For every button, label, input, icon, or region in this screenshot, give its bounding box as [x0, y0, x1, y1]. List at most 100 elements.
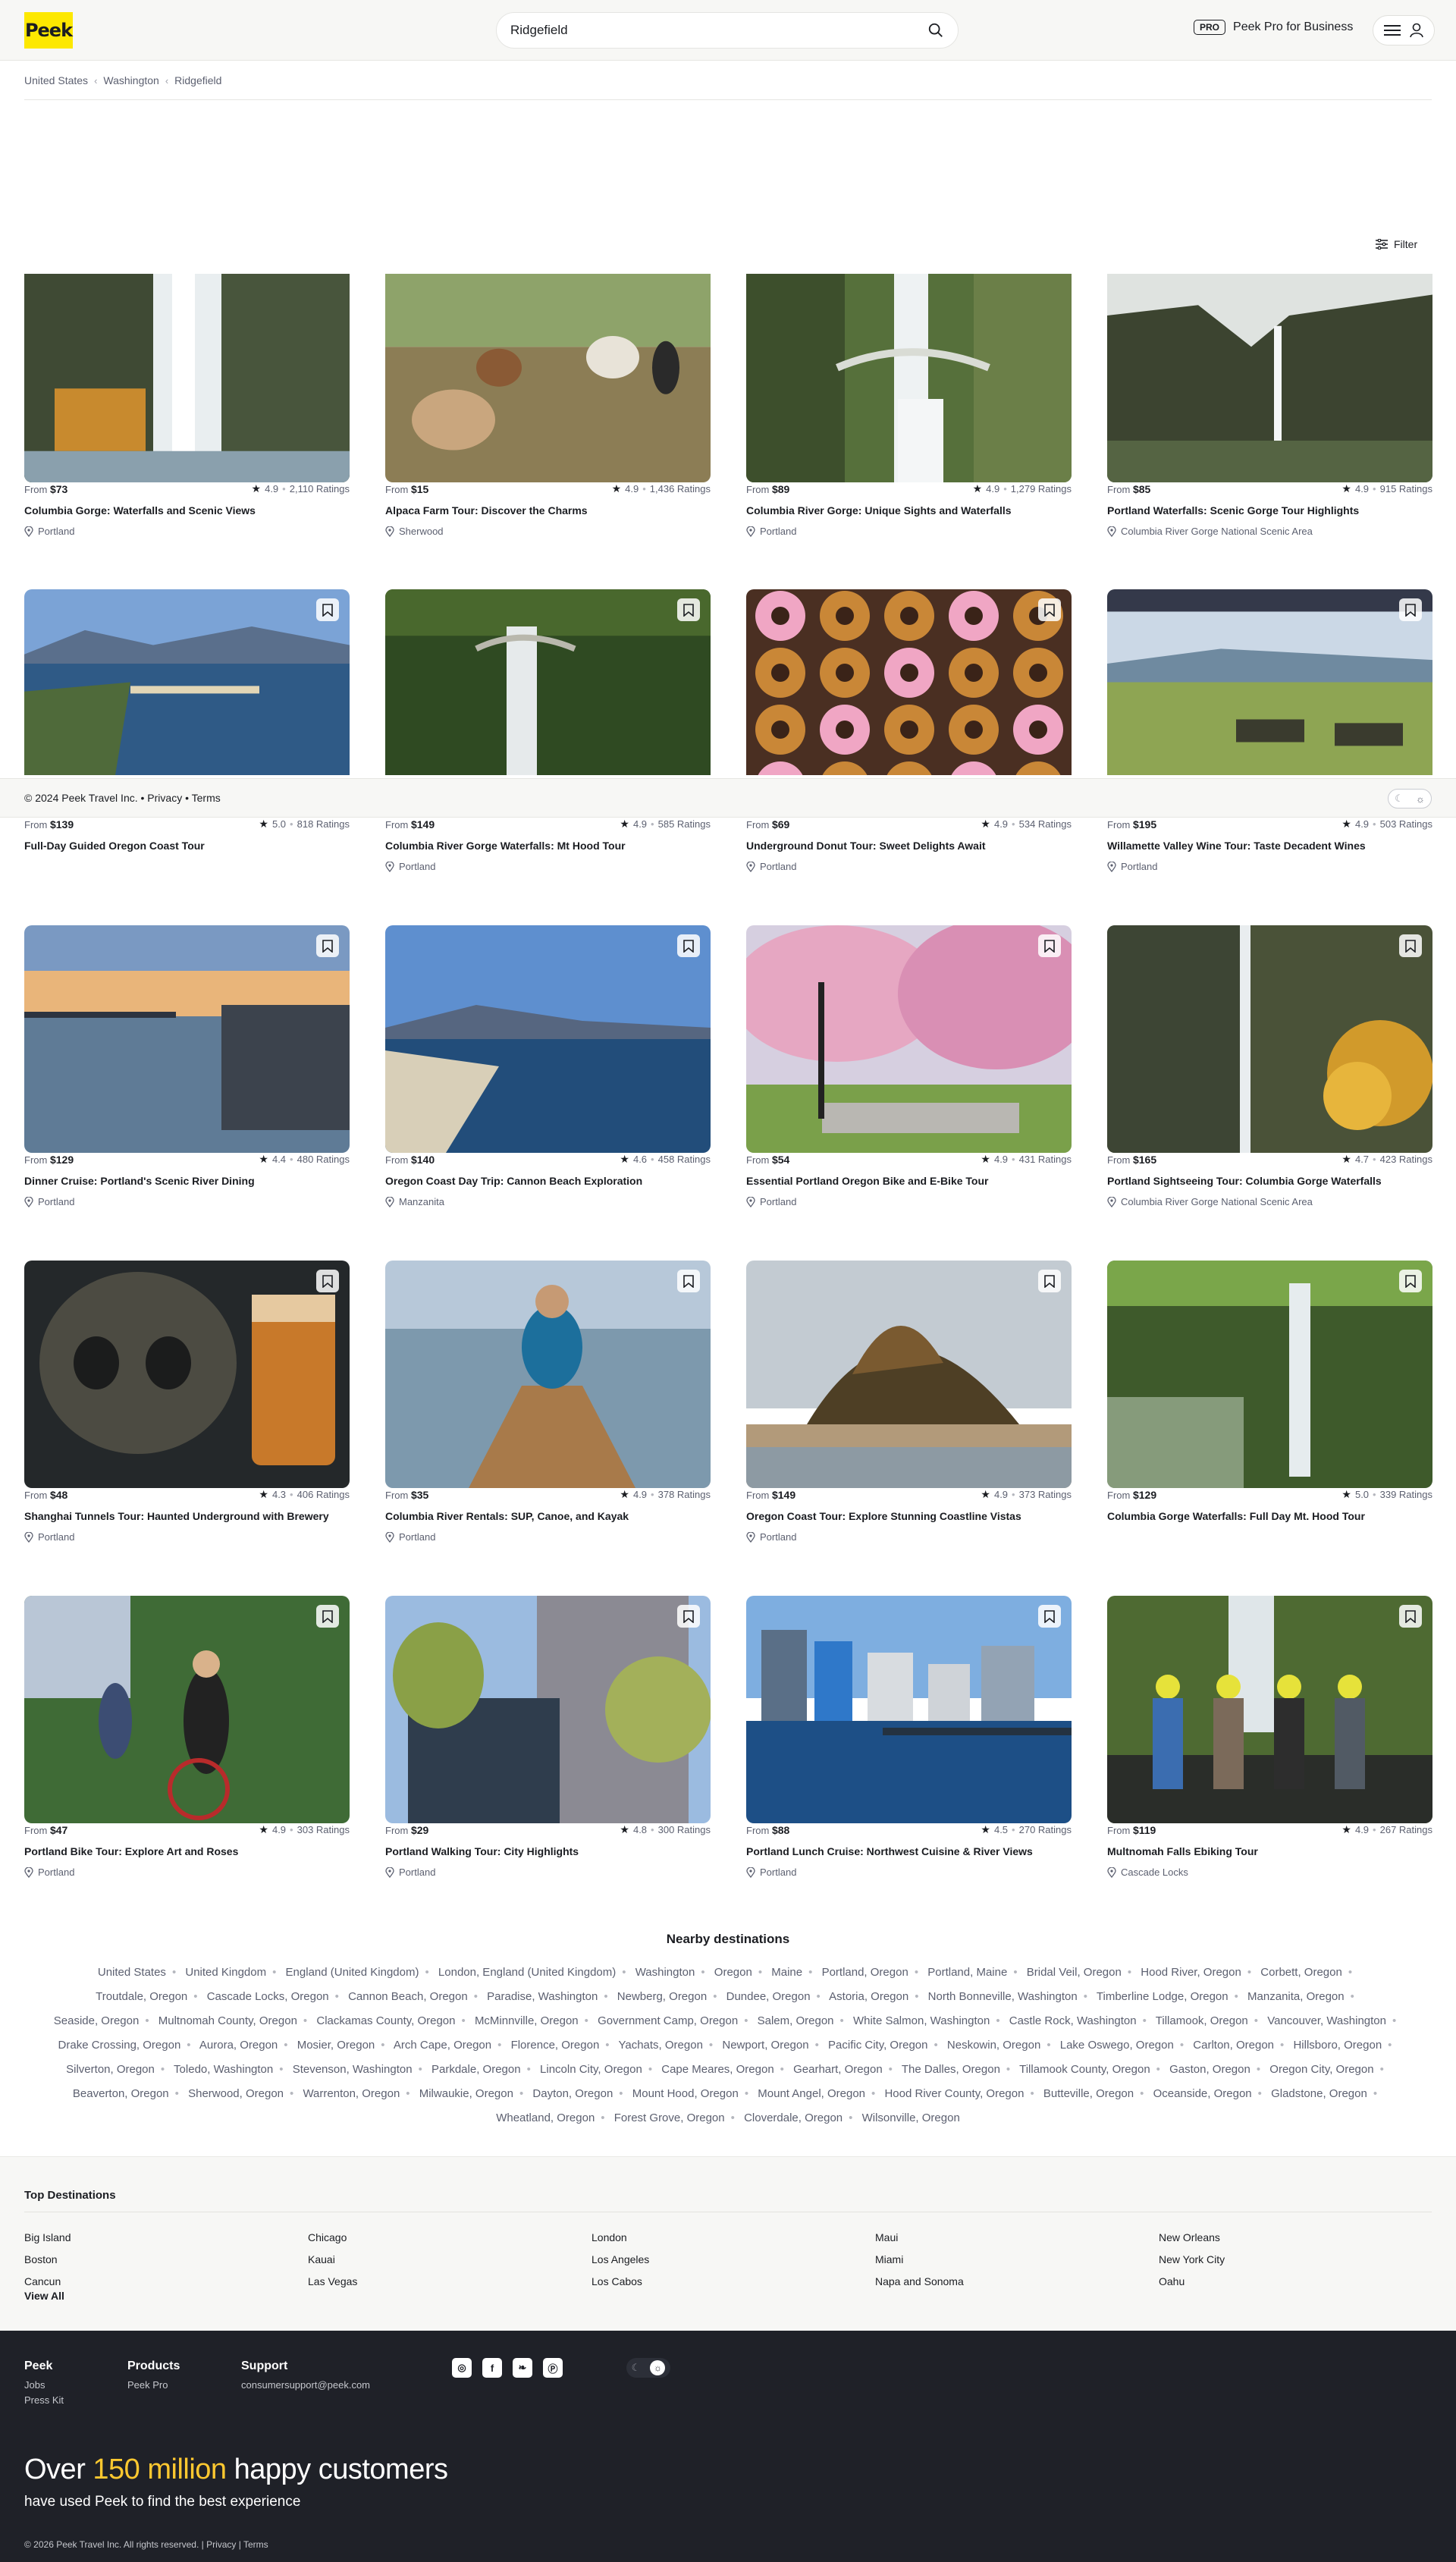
nearby-link[interactable]: England (United Kingdom)	[286, 1966, 419, 1979]
nearby-link[interactable]: Dayton, Oregon	[532, 2087, 613, 2100]
bookmark-icon[interactable]	[677, 1605, 700, 1628]
activity-photo[interactable]	[24, 925, 350, 1153]
activity-card[interactable]	[385, 1596, 711, 1823]
activity-title[interactable]: Dinner Cruise: Portland's Scenic River D…	[24, 1175, 350, 1187]
nearby-link[interactable]: Neskowin, Oregon	[947, 2039, 1040, 2052]
nearby-link[interactable]: Arch Cape, Oregon	[394, 2039, 491, 2052]
activity-title[interactable]: Portland Bike Tour: Explore Art and Rose…	[24, 1845, 350, 1857]
top-destination-link[interactable]: London	[592, 2227, 649, 2249]
nearby-link[interactable]: Salem, Oregon	[758, 2014, 834, 2027]
activity-photo[interactable]	[385, 925, 711, 1153]
nearby-link[interactable]: Gaston, Oregon	[1169, 2063, 1250, 2076]
activity-title[interactable]: Essential Portland Oregon Bike and E-Bik…	[746, 1175, 1072, 1187]
activity-photo[interactable]	[746, 274, 1072, 482]
footer-link[interactable]: consumersupport@peek.com	[241, 2378, 370, 2393]
activity-card-info[interactable]: From $54 ★ 4.9 • 431 Ratings Essential Portla…	[746, 1144, 1072, 1207]
activity-card-info[interactable]: From $88 ★ 4.5 • 270 Ratings Portland Lunch C…	[746, 1815, 1072, 1878]
twitter-icon[interactable]: ❧	[513, 2358, 532, 2378]
nearby-link[interactable]: Newport, Oregon	[722, 2039, 808, 2052]
activity-photo[interactable]	[24, 1596, 350, 1823]
nearby-link[interactable]: Clackamas County, Oregon	[316, 2014, 455, 2027]
activity-title[interactable]: Portland Walking Tour: City Highlights	[385, 1845, 711, 1857]
activity-card-info[interactable]: From $85 ★ 4.9 • 915 Ratings Portland Waterfa…	[1107, 474, 1432, 537]
activity-card[interactable]	[385, 1261, 711, 1488]
activity-card-info[interactable]: From $15 ★ 4.9 • 1,436 Ratings Alpaca Farm To…	[385, 474, 711, 537]
bookmark-icon[interactable]	[1399, 1605, 1422, 1628]
activity-card-info[interactable]: From $119 ★ 4.9 • 267 Ratings Multnomah Falls…	[1107, 1815, 1432, 1878]
top-destination-link[interactable]: Los Angeles	[592, 2249, 649, 2271]
nearby-link[interactable]: White Salmon, Washington	[853, 2014, 990, 2027]
view-all-link[interactable]: View All	[24, 2290, 64, 2302]
bookmark-icon[interactable]	[316, 1605, 339, 1628]
activity-title[interactable]: Oregon Coast Tour: Explore Stunning Coas…	[746, 1510, 1072, 1522]
bookmark-icon[interactable]	[1038, 934, 1061, 957]
activity-photo[interactable]	[1107, 589, 1432, 775]
nearby-link[interactable]: Tillamook, Oregon	[1156, 2014, 1248, 2027]
bookmark-icon[interactable]	[677, 598, 700, 621]
activity-photo[interactable]	[1107, 274, 1432, 482]
footer-link[interactable]: Press Kit	[24, 2393, 64, 2408]
nearby-link[interactable]: Oregon	[714, 1966, 752, 1979]
activity-title[interactable]: Multnomah Falls Ebiking Tour	[1107, 1845, 1432, 1857]
activity-card[interactable]	[1107, 925, 1432, 1153]
nearby-link[interactable]: Yachats, Oregon	[618, 2039, 702, 2052]
activity-card-info[interactable]: From $47 ★ 4.9 • 303 Ratings Portland Bike To…	[24, 1815, 350, 1878]
breadcrumb-item[interactable]: Washington	[103, 74, 158, 86]
bookmark-icon[interactable]	[1399, 598, 1422, 621]
bookmark-icon[interactable]	[1399, 1270, 1422, 1292]
activity-photo[interactable]	[746, 925, 1072, 1153]
nearby-link[interactable]: Wheatland, Oregon	[496, 2111, 595, 2124]
activity-card[interactable]	[24, 589, 350, 775]
activity-card[interactable]	[24, 1261, 350, 1488]
nearby-link[interactable]: Manzanita, Oregon	[1247, 1990, 1345, 2003]
bookmark-icon[interactable]	[316, 934, 339, 957]
activity-card[interactable]	[24, 1596, 350, 1823]
nearby-link[interactable]: Government Camp, Oregon	[598, 2014, 738, 2027]
nearby-link[interactable]: Oregon City, Oregon	[1269, 2063, 1373, 2076]
breadcrumb-item[interactable]: Ridgefield	[174, 74, 221, 86]
nearby-link[interactable]: North Bonneville, Washington	[928, 1990, 1078, 2003]
top-destination-link[interactable]: Napa and Sonoma	[875, 2271, 964, 2293]
nearby-link[interactable]: Florence, Oregon	[511, 2039, 600, 2052]
activity-title[interactable]: Portland Sightseeing Tour: Columbia Gorg…	[1107, 1175, 1432, 1187]
activity-photo[interactable]	[746, 589, 1072, 775]
activity-card[interactable]	[746, 925, 1072, 1153]
bookmark-icon[interactable]	[1038, 1270, 1061, 1292]
top-destination-link[interactable]: Chicago	[308, 2227, 357, 2249]
bookmark-icon[interactable]	[1038, 598, 1061, 621]
nearby-link[interactable]: Hood River County, Oregon	[884, 2087, 1024, 2100]
footer-link[interactable]: Peek Pro	[127, 2378, 180, 2393]
activity-card[interactable]	[1107, 589, 1432, 775]
nearby-link[interactable]: London, England (United Kingdom)	[438, 1966, 616, 1979]
instagram-icon[interactable]: ◎	[452, 2358, 472, 2378]
bookmark-icon[interactable]	[677, 934, 700, 957]
activity-card-info[interactable]: From $149 ★ 4.9 • 585 Ratings Columbia River …	[385, 809, 711, 872]
activity-card-info[interactable]: From $73 ★ 4.9 • 2,110 Ratings Columbia Gorge…	[24, 474, 350, 537]
nearby-link[interactable]: Beaverton, Oregon	[73, 2087, 169, 2100]
activity-title[interactable]: Portland Waterfalls: Scenic Gorge Tour H…	[1107, 504, 1432, 516]
activity-card[interactable]	[385, 589, 711, 775]
peek-logo[interactable]: Peek	[24, 12, 73, 49]
nearby-link[interactable]: Carlton, Oregon	[1193, 2039, 1274, 2052]
nearby-link[interactable]: Portland, Oregon	[822, 1966, 908, 1979]
activity-card-info[interactable]: From $195 ★ 4.9 • 503 Ratings Willamette Vall…	[1107, 809, 1432, 872]
nearby-link[interactable]: Gearhart, Oregon	[793, 2063, 883, 2076]
activity-card[interactable]	[1107, 1261, 1432, 1488]
nearby-link[interactable]: Forest Grove, Oregon	[614, 2111, 725, 2124]
bookmark-icon[interactable]	[1399, 934, 1422, 957]
activity-photo[interactable]	[24, 589, 350, 775]
search-icon[interactable]	[927, 22, 944, 39]
activity-card[interactable]	[385, 925, 711, 1153]
activity-card-info[interactable]: From $48 ★ 4.3 • 406 Ratings Shanghai Tunnels…	[24, 1480, 350, 1543]
activity-title[interactable]: Oregon Coast Day Trip: Cannon Beach Expl…	[385, 1175, 711, 1187]
top-destination-link[interactable]: Los Cabos	[592, 2271, 649, 2293]
activity-card-info[interactable]: From $129 ★ 4.4 • 480 Ratings Dinner Cruise: …	[24, 1144, 350, 1207]
nearby-link[interactable]: Warrenton, Oregon	[303, 2087, 400, 2100]
nearby-link[interactable]: Paradise, Washington	[487, 1990, 598, 2003]
nearby-link[interactable]: Drake Crossing, Oregon	[58, 2039, 181, 2052]
nearby-link[interactable]: Lincoln City, Oregon	[540, 2063, 642, 2076]
activity-card[interactable]	[746, 274, 1072, 482]
breadcrumb-item[interactable]: United States	[24, 74, 88, 86]
activity-card-info[interactable]: From $140 ★ 4.6 • 458 Ratings Oregon Coast Da…	[385, 1144, 711, 1207]
bookmark-icon[interactable]	[1038, 1605, 1061, 1628]
